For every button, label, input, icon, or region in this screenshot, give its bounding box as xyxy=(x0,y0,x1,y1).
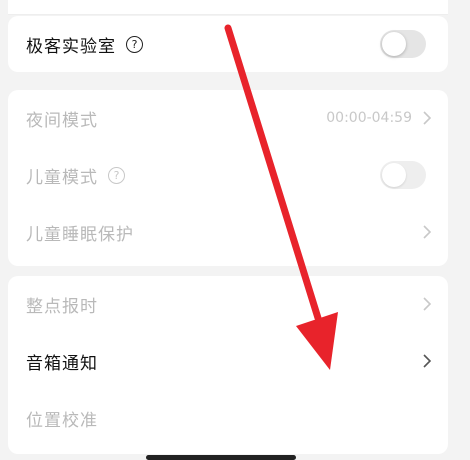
position-calibration-row[interactable]: 位置校准 xyxy=(8,390,448,446)
lab-row[interactable]: 极客实验室 ? xyxy=(8,16,448,72)
previous-section-edge xyxy=(8,0,448,15)
child-mode-label: 儿童模式 xyxy=(26,167,98,188)
speaker-notice-row[interactable]: 音箱通知 xyxy=(8,333,448,389)
toggle-knob xyxy=(382,163,406,187)
child-mode-toggle[interactable] xyxy=(380,161,426,189)
hourly-chime-label: 整点报时 xyxy=(26,296,98,317)
chevron-right-icon xyxy=(423,225,432,239)
home-indicator xyxy=(146,455,296,460)
toggle-knob xyxy=(382,32,406,56)
chevron-right-icon xyxy=(423,297,432,311)
lab-toggle[interactable] xyxy=(380,30,426,58)
night-mode-label: 夜间模式 xyxy=(26,110,98,131)
night-mode-row[interactable]: 夜间模式 00:00-04:59 xyxy=(8,90,448,146)
hourly-chime-row[interactable]: 整点报时 xyxy=(8,276,448,332)
help-icon[interactable]: ? xyxy=(108,167,125,184)
settings-group-night: 夜间模式 00:00-04:59 儿童模式 ? 儿童睡眠保护 xyxy=(8,90,448,266)
lab-label: 极客实验室 xyxy=(26,36,116,57)
settings-group-notify: 整点报时 音箱通知 位置校准 xyxy=(8,276,448,454)
chevron-right-icon xyxy=(423,111,432,125)
child-sleep-row[interactable]: 儿童睡眠保护 xyxy=(8,204,448,260)
night-mode-value: 00:00-04:59 xyxy=(326,110,412,126)
speaker-notice-label: 音箱通知 xyxy=(26,353,98,374)
position-calibration-label: 位置校准 xyxy=(26,410,98,431)
child-sleep-label: 儿童睡眠保护 xyxy=(26,224,134,245)
chevron-right-icon xyxy=(423,354,432,368)
child-mode-row[interactable]: 儿童模式 ? xyxy=(8,147,448,203)
help-icon[interactable]: ? xyxy=(126,36,143,53)
settings-group-lab: 极客实验室 ? xyxy=(8,16,448,72)
